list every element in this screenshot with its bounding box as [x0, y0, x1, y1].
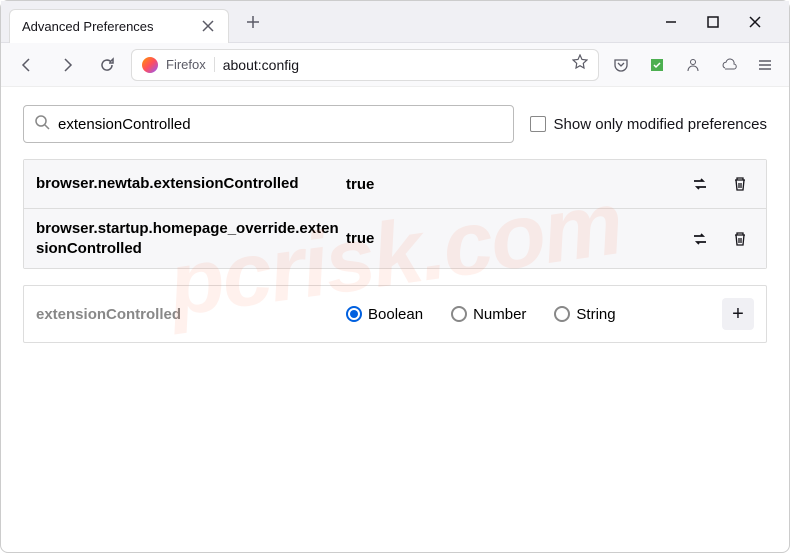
preference-actions — [686, 170, 754, 198]
filter-checkbox-wrap[interactable]: Show only modified preferences — [530, 116, 767, 133]
radio-input[interactable] — [451, 306, 467, 322]
radio-label: String — [576, 306, 615, 323]
preference-row[interactable]: browser.newtab.extensionControlled true — [24, 160, 766, 209]
reload-button[interactable] — [91, 49, 123, 81]
search-box[interactable] — [23, 105, 514, 143]
radio-number[interactable]: Number — [451, 306, 526, 323]
add-button[interactable]: + — [722, 298, 754, 330]
radio-input[interactable] — [346, 306, 362, 322]
toggle-icon[interactable] — [686, 225, 714, 253]
preference-value: true — [346, 230, 686, 247]
new-tab-button[interactable] — [239, 8, 267, 36]
titlebar: Advanced Preferences — [1, 1, 789, 43]
filter-checkbox[interactable] — [530, 116, 546, 132]
cloud-icon[interactable] — [715, 51, 743, 79]
preference-name: browser.newtab.extensionControlled — [36, 174, 346, 194]
toggle-icon[interactable] — [686, 170, 714, 198]
extension-icon[interactable] — [643, 51, 671, 79]
search-row: Show only modified preferences — [23, 105, 767, 143]
close-window-button[interactable] — [745, 12, 765, 32]
add-preference-name: extensionControlled — [36, 306, 346, 323]
url-text: about:config — [223, 57, 564, 73]
radio-input[interactable] — [554, 306, 570, 322]
url-brand: Firefox — [166, 57, 215, 72]
preference-list: browser.newtab.extensionControlled true … — [23, 159, 767, 269]
url-bar[interactable]: Firefox about:config — [131, 49, 599, 81]
delete-icon[interactable] — [726, 225, 754, 253]
search-icon — [34, 114, 50, 135]
back-button[interactable] — [11, 49, 43, 81]
preference-value: true — [346, 176, 686, 193]
filter-checkbox-label: Show only modified preferences — [554, 116, 767, 133]
account-icon[interactable] — [679, 51, 707, 79]
content-area: pcrisk.com Show only modified preference… — [1, 87, 789, 361]
tab-title: Advanced Preferences — [22, 19, 200, 34]
nav-toolbar: Firefox about:config — [1, 43, 789, 87]
radio-string[interactable]: String — [554, 306, 615, 323]
radio-label: Boolean — [368, 306, 423, 323]
preference-actions — [686, 225, 754, 253]
window-controls — [661, 12, 781, 32]
browser-tab[interactable]: Advanced Preferences — [9, 9, 229, 43]
firefox-logo-icon — [142, 57, 158, 73]
close-tab-icon[interactable] — [200, 18, 216, 34]
preference-row[interactable]: browser.startup.homepage_override.extens… — [24, 209, 766, 268]
minimize-button[interactable] — [661, 12, 681, 32]
radio-label: Number — [473, 306, 526, 323]
forward-button[interactable] — [51, 49, 83, 81]
menu-button[interactable] — [751, 51, 779, 79]
add-preference-row: extensionControlled Boolean Number Strin… — [23, 285, 767, 343]
preference-name: browser.startup.homepage_override.extens… — [36, 219, 346, 258]
maximize-button[interactable] — [703, 12, 723, 32]
delete-icon[interactable] — [726, 170, 754, 198]
type-radios: Boolean Number String — [346, 306, 722, 323]
search-input[interactable] — [58, 116, 503, 133]
pocket-icon[interactable] — [607, 51, 635, 79]
bookmark-star-icon[interactable] — [572, 54, 588, 75]
radio-boolean[interactable]: Boolean — [346, 306, 423, 323]
